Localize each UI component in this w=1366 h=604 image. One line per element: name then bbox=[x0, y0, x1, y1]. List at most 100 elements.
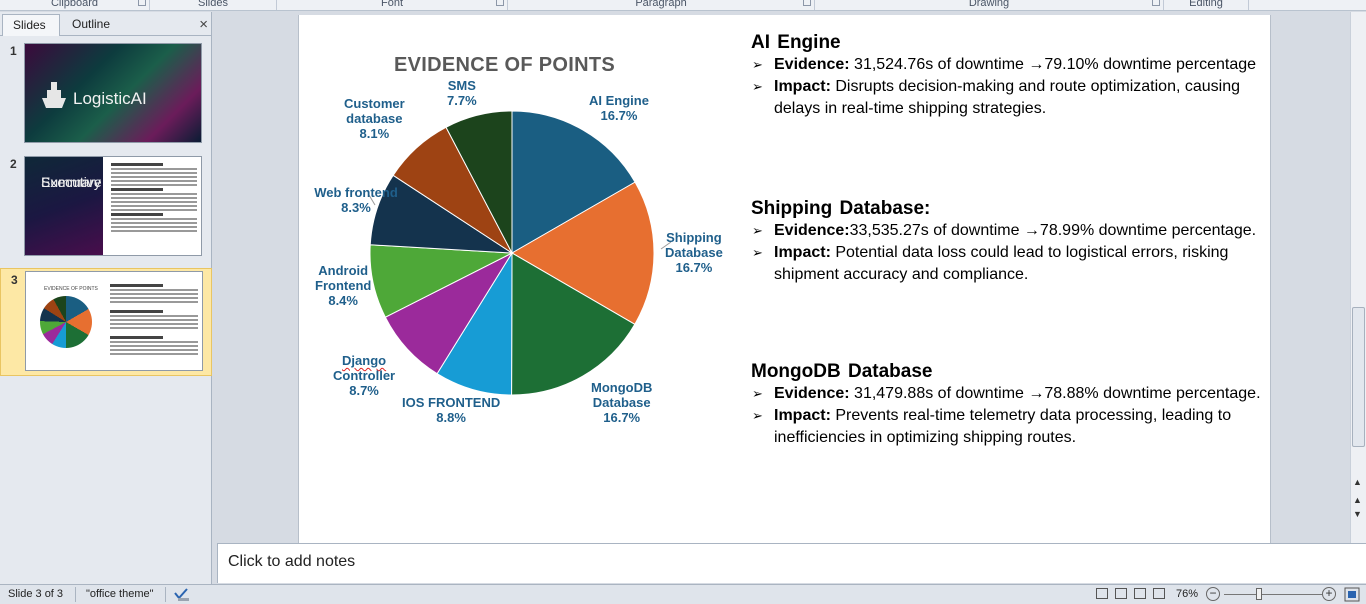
ribbon-group-clipboard[interactable]: Clipboard bbox=[0, 0, 150, 10]
pie-label-ios-frontend[interactable]: IOS FRONTEND 8.8% bbox=[402, 395, 500, 425]
dialog-launcher-icon[interactable] bbox=[496, 0, 504, 6]
vertical-scrollbar[interactable]: ▲ ▲ ▼ bbox=[1350, 12, 1366, 543]
slide-preview[interactable]: Executive Summary bbox=[24, 156, 202, 256]
zoom-slider[interactable] bbox=[1224, 594, 1322, 595]
slice-name: Database bbox=[592, 395, 651, 410]
slide-thumbnail-1[interactable]: 1 LogisticAI bbox=[0, 40, 212, 148]
ribbon-group-label: Font bbox=[380, 0, 403, 9]
slice-name: AI Engine bbox=[589, 93, 649, 108]
impact-bullet: ➢ Impact: Prevents real-time telemetry da… bbox=[751, 405, 1261, 449]
pie-label-django-controller[interactable]: Django Controller 8.7% bbox=[333, 353, 395, 398]
slice-name: database bbox=[346, 111, 403, 126]
next-slide-icon[interactable]: ▼ bbox=[1353, 509, 1362, 519]
pie-label-sms[interactable]: SMS 7.7% bbox=[447, 78, 477, 108]
slice-percent: 16.7% bbox=[600, 108, 638, 123]
section-heading: MongoDB Database bbox=[751, 361, 933, 382]
slide-canvas[interactable]: EVIDENCE OF POINTS AI Engine 16.7% Shippi… bbox=[298, 15, 1271, 551]
slice-name: Frontend bbox=[315, 278, 372, 293]
evidence-bullet: ➢ Evidence:33,535.27s of downtime →78.99%… bbox=[751, 220, 1261, 242]
pie-label-shipping-database[interactable]: Shipping Database 16.7% bbox=[665, 230, 723, 275]
bullet-text: Potential data loss could lead to logist… bbox=[774, 244, 1229, 283]
thumbnail-title-line: Summary bbox=[41, 174, 101, 190]
slice-name: MongoDB bbox=[591, 380, 653, 395]
ribbon-group-label: Editing bbox=[1189, 0, 1223, 9]
slide-thumbnail-2[interactable]: 2 Executive Summary bbox=[0, 153, 212, 261]
ribbon-group-paragraph[interactable]: Paragraph bbox=[508, 0, 815, 10]
ribbon-group-label: Paragraph bbox=[635, 0, 687, 9]
zoom-in-button[interactable]: + bbox=[1322, 587, 1336, 601]
dialog-launcher-icon[interactable] bbox=[1152, 0, 1160, 6]
slice-name: Controller bbox=[333, 368, 396, 383]
bullet-label: Impact: bbox=[774, 407, 831, 424]
normal-view-icon[interactable] bbox=[1096, 588, 1108, 599]
zoom-slider-thumb[interactable] bbox=[1256, 588, 1262, 600]
bullet-label: Evidence: bbox=[774, 56, 850, 73]
close-icon[interactable]: × bbox=[199, 16, 208, 33]
slice-name: Django bbox=[342, 353, 387, 368]
ribbon-group-font[interactable]: Font bbox=[277, 0, 508, 10]
slide-number: 2 bbox=[10, 157, 17, 171]
evidence-bullet: ➢ Evidence: 31,524.76s of downtime →79.10… bbox=[751, 54, 1261, 76]
slide-show-icon[interactable] bbox=[1153, 588, 1165, 599]
slides-pane: Slides Outline × 1 LogisticAI 2 Executiv… bbox=[0, 12, 212, 584]
slide-thumbnail-3[interactable]: 3 EVIDENCE OF POINTS bbox=[0, 268, 212, 376]
slide-number: 1 bbox=[10, 44, 17, 58]
slice-name: Database bbox=[665, 245, 723, 260]
fit-slide-icon[interactable] bbox=[1344, 587, 1360, 602]
pie-label-android-frontend[interactable]: Android Frontend 8.4% bbox=[315, 263, 371, 308]
ribbon-group-label: Drawing bbox=[968, 0, 1010, 9]
previous-slide-icon[interactable]: ▲ bbox=[1353, 495, 1362, 505]
theme-name: "office theme" bbox=[86, 588, 154, 600]
dialog-launcher-icon[interactable] bbox=[803, 0, 811, 6]
scrollbar-thumb[interactable] bbox=[1352, 307, 1365, 447]
bullet-text: Disrupts decision-making and route optim… bbox=[774, 78, 1240, 117]
slide-preview[interactable]: EVIDENCE OF POINTS bbox=[25, 271, 203, 371]
pie-label-ai-engine[interactable]: AI Engine 16.7% bbox=[589, 93, 649, 123]
ribbon-group-editing[interactable]: Editing bbox=[1164, 0, 1249, 10]
bullet-arrow-icon: ➢ bbox=[752, 79, 763, 94]
slice-name: IOS FRONTEND bbox=[402, 395, 501, 410]
tab-outline[interactable]: Outline bbox=[62, 14, 120, 36]
bullet-label: Evidence: bbox=[774, 222, 850, 239]
section-shipping-database[interactable]: Shipping Database: ➢ Evidence:33,535.27s … bbox=[751, 198, 1261, 286]
zoom-out-button[interactable]: − bbox=[1206, 587, 1220, 601]
slide-preview[interactable]: LogisticAI bbox=[24, 43, 202, 143]
bullet-text: Prevents real-time telemetry data proces… bbox=[774, 407, 1232, 446]
tab-slides[interactable]: Slides bbox=[2, 14, 60, 36]
section-mongodb-database[interactable]: MongoDB Database ➢ Evidence: 31,479.88s o… bbox=[751, 361, 1261, 449]
slice-name: SMS bbox=[447, 78, 476, 93]
slice-percent: 8.4% bbox=[328, 293, 358, 308]
bullet-label: Impact: bbox=[774, 78, 831, 95]
slice-name: Web frontend bbox=[314, 185, 398, 200]
bullet-label: Impact: bbox=[774, 244, 831, 261]
bullet-text: 31,479.88s of downtime →78.88% downtime … bbox=[849, 385, 1261, 402]
pie-label-web-frontend[interactable]: Web frontend 8.3% bbox=[299, 185, 431, 215]
thumbnail-text-lines bbox=[110, 282, 198, 357]
spell-check-icon[interactable] bbox=[173, 587, 191, 602]
slide-sorter-view-icon[interactable] bbox=[1115, 588, 1127, 599]
pane-tabs: Slides Outline × bbox=[0, 14, 212, 36]
zoom-level[interactable]: 76% bbox=[1176, 588, 1198, 600]
ribbon-group-slides[interactable]: Slides bbox=[150, 0, 277, 10]
bullet-text: 33,535.27s of downtime →78.99% downtime … bbox=[849, 222, 1257, 239]
status-bar: Slide 3 of 3 "office theme" 76% − + bbox=[0, 584, 1366, 604]
notes-pane[interactable]: Click to add notes bbox=[217, 543, 1366, 583]
slide-number: 3 bbox=[11, 273, 18, 287]
dialog-launcher-icon[interactable] bbox=[138, 0, 146, 6]
impact-bullet: ➢ Impact: Potential data loss could lead … bbox=[751, 242, 1261, 286]
pie-label-customer-database[interactable]: Customer database 8.1% bbox=[344, 96, 405, 141]
bullet-arrow-icon: ➢ bbox=[752, 245, 763, 260]
evidence-bullet: ➢ Evidence: 31,479.88s of downtime →78.88… bbox=[751, 383, 1261, 405]
section-ai-engine[interactable]: AI Engine ➢ Evidence: 31,524.76s of downt… bbox=[751, 32, 1261, 120]
reading-view-icon[interactable] bbox=[1134, 588, 1146, 599]
notes-placeholder[interactable]: Click to add notes bbox=[228, 553, 355, 571]
slide-indicator: Slide 3 of 3 bbox=[8, 588, 64, 600]
thumbnail-text-lines bbox=[111, 161, 197, 234]
slice-percent: 7.7% bbox=[447, 93, 477, 108]
slice-percent: 8.1% bbox=[359, 126, 390, 141]
scroll-up-icon[interactable]: ▲ bbox=[1353, 477, 1362, 487]
ribbon-group-drawing[interactable]: Drawing bbox=[815, 0, 1164, 10]
thumbnail-title-panel: Executive Summary bbox=[25, 157, 103, 255]
ribbon-group-label: Clipboard bbox=[50, 0, 99, 9]
pie-label-mongodb-database[interactable]: MongoDB Database 16.7% bbox=[591, 380, 652, 425]
